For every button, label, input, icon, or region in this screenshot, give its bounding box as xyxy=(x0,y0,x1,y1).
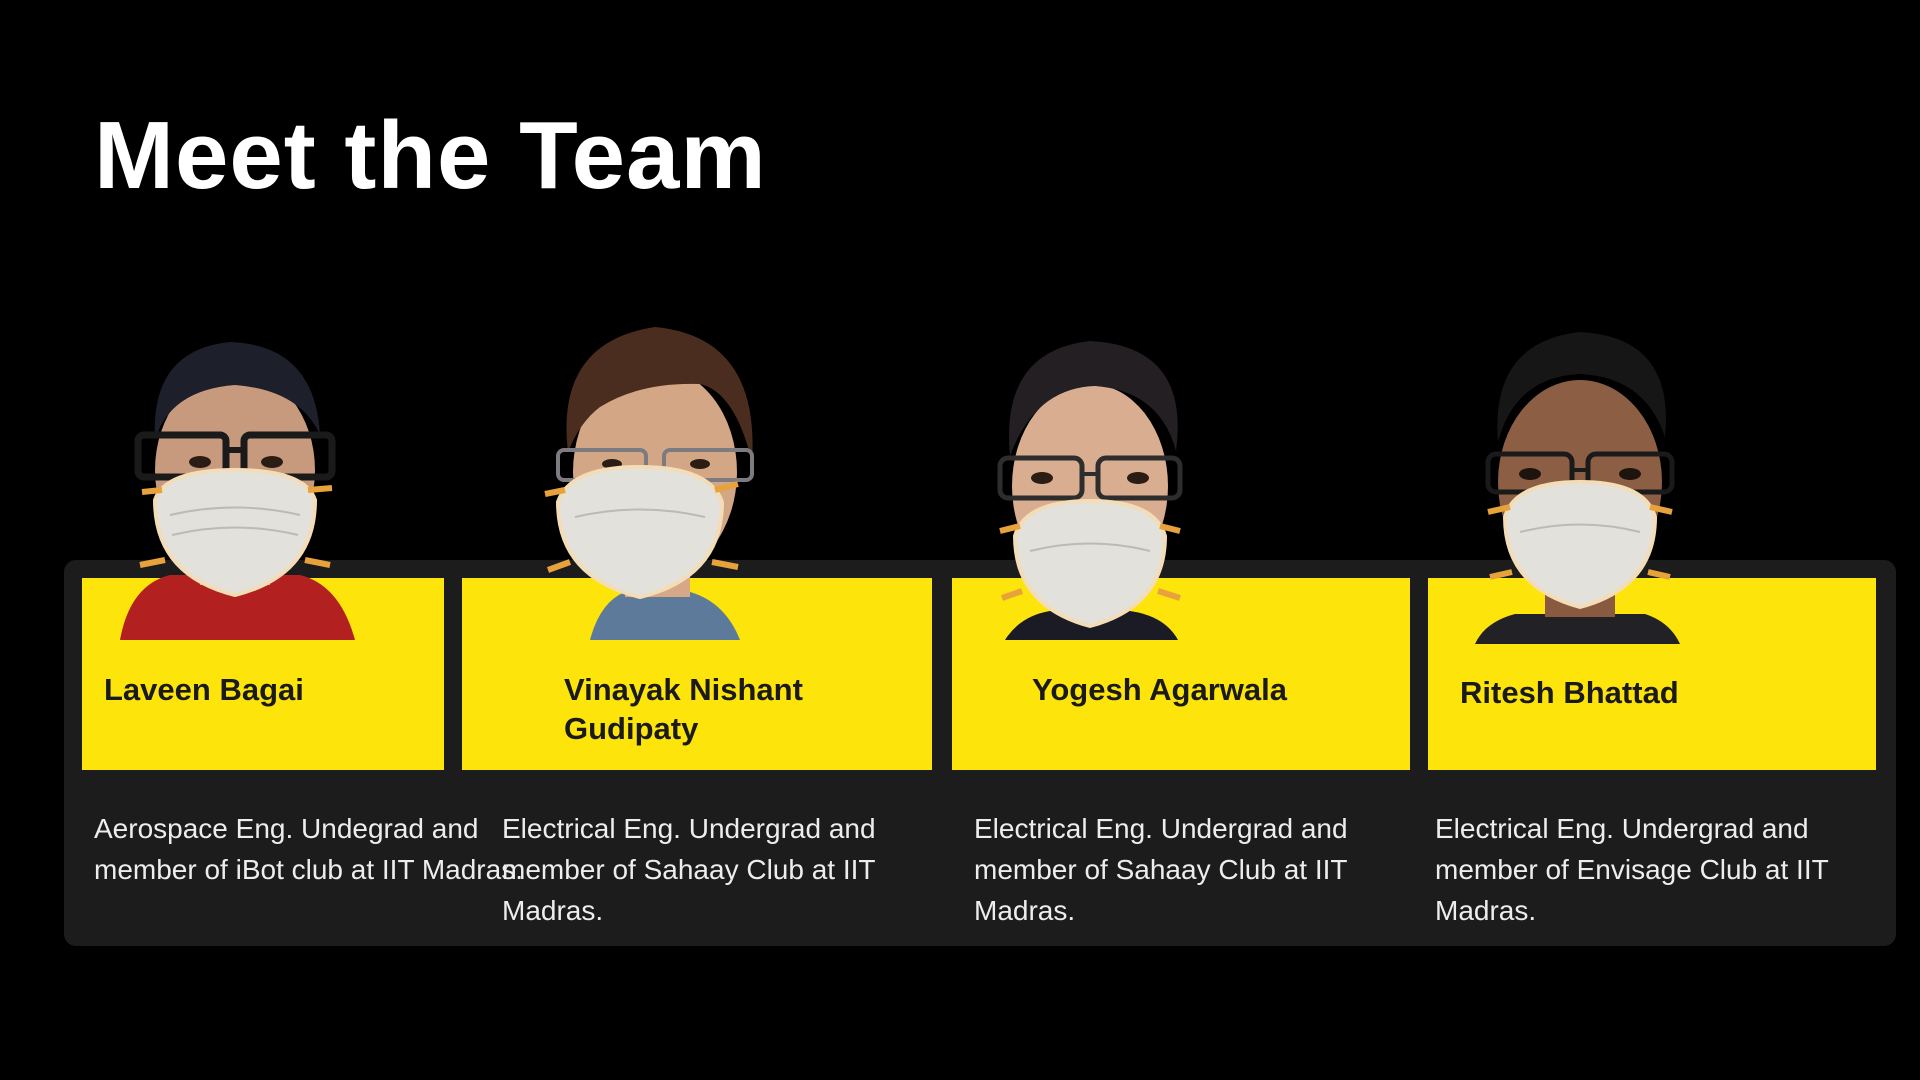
member-name-1: Laveen Bagai xyxy=(104,672,304,707)
member-name-3: Yogesh Agarwala xyxy=(1032,672,1287,707)
member-description-3: Electrical Eng. Undergrad and member of … xyxy=(974,813,1348,926)
member-name-2: Vinayak Nishant Gudipaty xyxy=(564,672,803,746)
member-name-4: Ritesh Bhattad xyxy=(1460,675,1679,710)
page-title: Meet the Team xyxy=(94,102,767,209)
member-portrait-3 xyxy=(997,341,1183,640)
member-portrait-2 xyxy=(544,327,754,640)
member-portrait-1 xyxy=(120,342,355,640)
member-description-4: Electrical Eng. Undergrad and member of … xyxy=(1435,813,1829,926)
member-description-1: Aerospace Eng. Undegrad and member of iB… xyxy=(94,813,523,885)
member-portrait-4 xyxy=(1475,332,1680,644)
member-description-2: Electrical Eng. Undergrad and member of … xyxy=(502,813,876,926)
